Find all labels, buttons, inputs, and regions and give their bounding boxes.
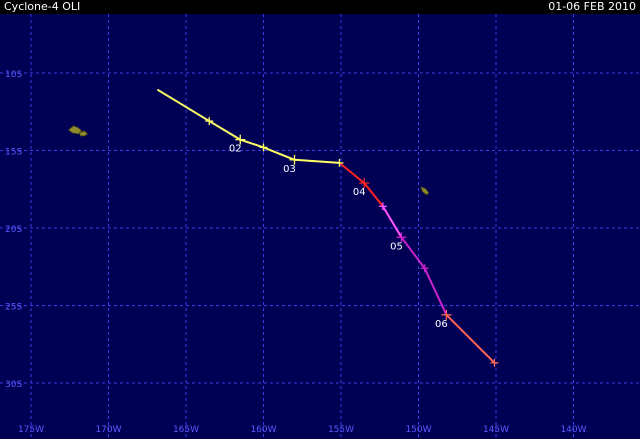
map-title: Cyclone-4 OLI <box>4 0 81 13</box>
day-label: 05 <box>390 241 403 252</box>
longitude-label: 170W <box>95 425 121 435</box>
longitude-label: 145W <box>483 425 509 435</box>
day-label: 02 <box>229 144 242 155</box>
longitude-label: 160W <box>250 425 276 435</box>
latitude-label: 20S <box>5 225 22 235</box>
longitude-label: 140W <box>560 425 586 435</box>
day-label: 06 <box>435 319 448 330</box>
latitude-label: 15S <box>5 148 22 158</box>
longitude-label: 175W <box>18 425 44 435</box>
day-label: 04 <box>353 187 366 198</box>
day-label: 03 <box>283 164 296 175</box>
latitude-label: 25S <box>5 303 22 313</box>
cyclone-track-map: 10S 15S 20S 25S 30S 175W 170W 165W 160W 155W 150W… <box>0 14 640 439</box>
longitude-label: 150W <box>405 425 431 435</box>
longitude-label: 155W <box>328 425 354 435</box>
latitude-label: 10S <box>5 70 22 80</box>
title-bar: Cyclone-4 OLI 01-06 FEB 2010 <box>0 0 640 14</box>
latitude-label: 30S <box>5 380 22 390</box>
ocean-background <box>0 14 640 439</box>
date-range: 01-06 FEB 2010 <box>548 0 636 13</box>
longitude-label: 165W <box>173 425 199 435</box>
